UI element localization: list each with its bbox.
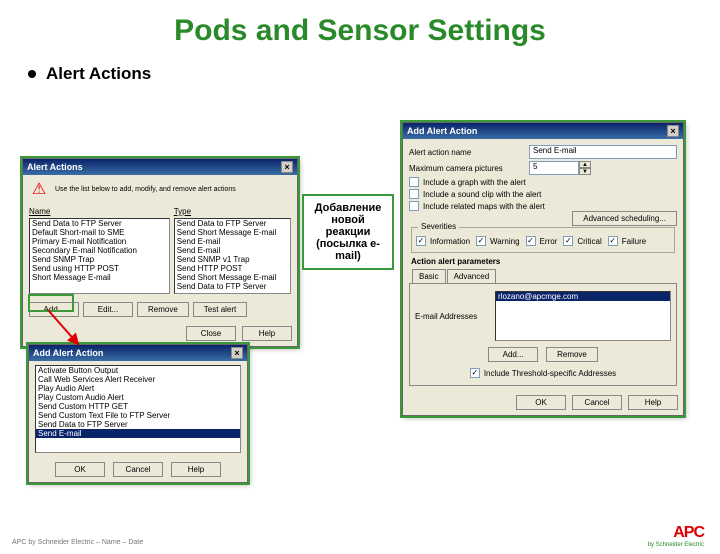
logo-main: APC xyxy=(648,524,704,542)
graph-label: Include a graph with the alert xyxy=(423,178,526,187)
list-item[interactable]: Send Data to FTP Server xyxy=(30,219,169,228)
cancel-button[interactable]: Cancel xyxy=(572,395,622,410)
list-item[interactable]: Send SNMP v1 Trap xyxy=(175,255,290,264)
window-title: Add Alert Action xyxy=(407,126,477,136)
list-item[interactable]: Send Custom Text File to FTP Server xyxy=(36,411,240,420)
spin-down-icon[interactable]: ▼ xyxy=(579,168,591,175)
callout-line: Добавление xyxy=(310,202,386,214)
threshold-checkbox[interactable] xyxy=(470,368,480,378)
logo-sub: by Schneider Electric xyxy=(648,542,704,548)
close-button[interactable]: Close xyxy=(186,326,236,341)
list-item[interactable]: Play Audio Alert xyxy=(36,384,240,393)
action-name-label: Alert action name xyxy=(409,148,529,157)
sev-label: Critical xyxy=(577,237,601,246)
type-list[interactable]: Send Data to FTP Server Send Short Messa… xyxy=(174,218,291,294)
list-item[interactable]: Call Web Services Alert Receiver xyxy=(36,375,240,384)
maps-label: Include related maps with the alert xyxy=(423,202,545,211)
sev-warn-checkbox[interactable] xyxy=(476,236,486,246)
add-alert-action-picker: Add Alert Action × Activate Button Outpu… xyxy=(28,344,248,483)
list-item[interactable]: Send HTTP POST xyxy=(175,264,290,273)
logo: APC by Schneider Electric xyxy=(648,524,704,548)
email-label: E-mail Addresses xyxy=(415,312,495,321)
test-alert-button[interactable]: Test alert xyxy=(193,302,247,317)
sound-checkbox[interactable] xyxy=(409,189,419,199)
bullet-icon xyxy=(28,70,36,78)
list-item[interactable]: Primary E-mail Notification xyxy=(30,237,169,246)
sev-label: Failure xyxy=(622,237,646,246)
list-item[interactable]: Send SNMP Trap xyxy=(30,255,169,264)
sev-fail-checkbox[interactable] xyxy=(608,236,618,246)
sev-label: Warning xyxy=(490,237,520,246)
list-item[interactable]: Send E-mail xyxy=(175,246,290,255)
maps-checkbox[interactable] xyxy=(409,201,419,211)
list-item[interactable]: Send using HTTP POST xyxy=(30,264,169,273)
tab-basic[interactable]: Basic xyxy=(412,269,446,283)
sev-label: Information xyxy=(430,237,470,246)
list-item[interactable]: Send E-mail xyxy=(175,237,290,246)
severities-title: Severities xyxy=(418,222,459,231)
sev-info-checkbox[interactable] xyxy=(416,236,426,246)
warning-icon: ⚠ xyxy=(29,179,49,199)
warning-text: Use the list below to add, modify, and r… xyxy=(55,186,236,193)
callout-line: реакции xyxy=(310,226,386,238)
bullet-text: Alert Actions xyxy=(46,64,151,84)
list-item[interactable]: Short Message E-mail xyxy=(30,273,169,282)
email-list[interactable]: rlozano@apcmge.com xyxy=(495,291,671,341)
list-item[interactable]: Secondary E-mail Notification xyxy=(30,246,169,255)
max-pics-label: Maximum camera pictures xyxy=(409,164,529,173)
threshold-label: Include Threshold-specific Addresses xyxy=(484,369,616,378)
advanced-scheduling-button[interactable]: Advanced scheduling... xyxy=(572,211,677,226)
list-item[interactable]: Send Short Message E-mail xyxy=(175,228,290,237)
list-item[interactable]: Play Custom Audio Alert xyxy=(36,393,240,402)
email-remove-button[interactable]: Remove xyxy=(546,347,598,362)
page-title: Pods and Sensor Settings xyxy=(0,14,720,48)
column-type: Type xyxy=(174,207,291,216)
graph-checkbox[interactable] xyxy=(409,177,419,187)
list-item[interactable]: Send Data to FTP Server xyxy=(175,282,290,291)
footer: APC by Schneider Electric – Name – Date xyxy=(12,539,143,546)
spin-up-icon[interactable]: ▲ xyxy=(579,161,591,168)
add-alert-action-form: Add Alert Action × Alert action name Sen… xyxy=(402,122,684,416)
sev-error-checkbox[interactable] xyxy=(526,236,536,246)
close-icon[interactable]: × xyxy=(667,125,679,137)
list-item[interactable]: Activate Button Output xyxy=(36,366,240,375)
column-name: Name xyxy=(29,207,170,216)
list-item[interactable]: Default Short-mail to SME xyxy=(30,228,169,237)
help-button[interactable]: Help xyxy=(171,462,221,477)
close-icon[interactable]: × xyxy=(281,161,293,173)
callout-box: Добавление новой реакции (посылка e- mai… xyxy=(302,194,394,270)
cancel-button[interactable]: Cancel xyxy=(113,462,163,477)
help-button[interactable]: Help xyxy=(628,395,678,410)
list-item[interactable]: Send Data to FTP Server xyxy=(175,219,290,228)
sound-label: Include a sound clip with the alert xyxy=(423,190,541,199)
list-item[interactable]: Send Custom HTTP GET xyxy=(36,402,240,411)
severities-group: Severities Information Warning Error Cri… xyxy=(411,227,675,253)
remove-button[interactable]: Remove xyxy=(137,302,189,317)
list-item[interactable]: Send Data to FTP Server xyxy=(36,420,240,429)
email-add-button[interactable]: Add... xyxy=(488,347,538,362)
list-item[interactable]: Send Short Message E-mail xyxy=(175,273,290,282)
max-pics-input[interactable]: 5 xyxy=(529,161,579,175)
name-list[interactable]: Send Data to FTP Server Default Short-ma… xyxy=(29,218,170,294)
ok-button[interactable]: OK xyxy=(55,462,105,477)
callout-line: новой xyxy=(310,214,386,226)
close-icon[interactable]: × xyxy=(231,347,243,359)
action-name-input[interactable]: Send E-mail xyxy=(529,145,677,159)
action-type-list[interactable]: Activate Button Output Call Web Services… xyxy=(35,365,241,453)
titlebar: Alert Actions × xyxy=(23,159,297,175)
bullet-row: Alert Actions xyxy=(28,64,720,84)
sev-label: Error xyxy=(540,237,558,246)
callout-line: (посылка e- xyxy=(310,238,386,250)
email-address[interactable]: rlozano@apcmge.com xyxy=(496,292,670,301)
help-button[interactable]: Help xyxy=(242,326,292,341)
tab-advanced[interactable]: Advanced xyxy=(447,269,497,283)
callout-line: mail) xyxy=(310,250,386,262)
ok-button[interactable]: OK xyxy=(516,395,566,410)
sev-crit-checkbox[interactable] xyxy=(563,236,573,246)
params-label: Action alert parameters xyxy=(411,257,675,266)
titlebar: Add Alert Action × xyxy=(403,123,683,139)
arrow-icon xyxy=(48,310,98,350)
list-item-selected[interactable]: Send E-mail xyxy=(36,429,240,438)
window-title: Alert Actions xyxy=(27,162,83,172)
